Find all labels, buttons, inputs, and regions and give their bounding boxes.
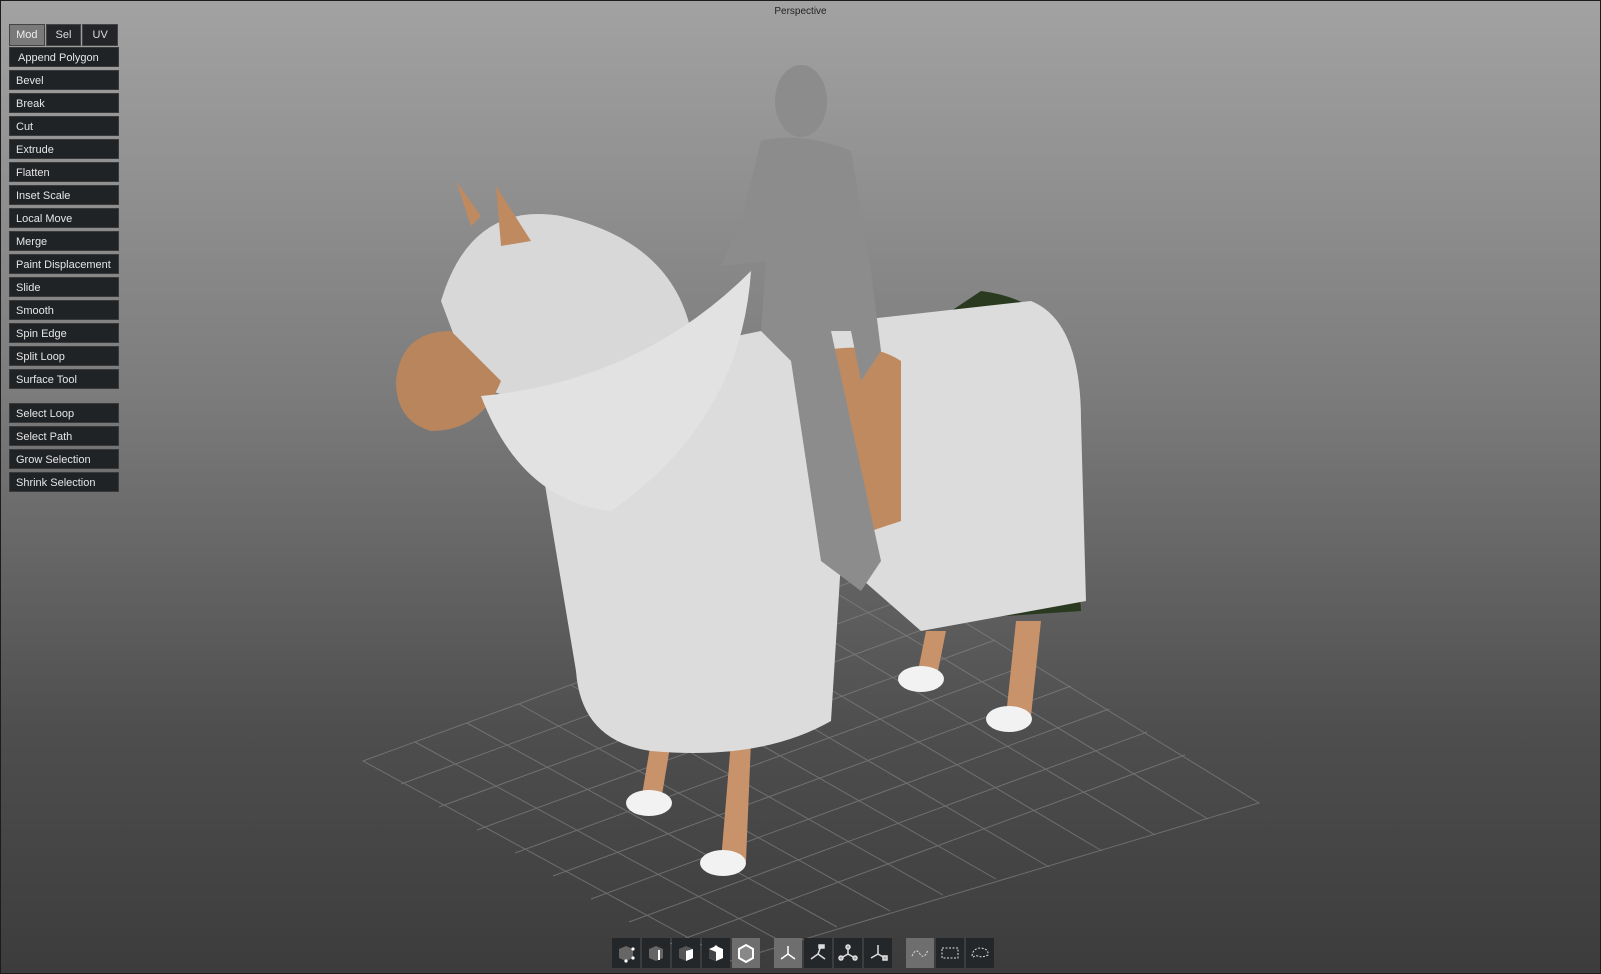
select-loop-button[interactable]: Select Loop xyxy=(9,403,119,423)
rect-select-icon xyxy=(941,947,959,959)
perspective-viewport[interactable]: Perspective Mod Sel UV Append Polygon Be… xyxy=(0,0,1601,974)
select-tool-button[interactable] xyxy=(774,938,802,968)
tab-uv[interactable]: UV xyxy=(82,24,119,46)
slide-button[interactable]: Slide xyxy=(9,277,119,297)
face-mode-button[interactable] xyxy=(672,938,700,968)
tool-list: Append Polygon Bevel Break Cut Extrude F… xyxy=(9,47,119,495)
uv-mode-button[interactable] xyxy=(702,938,730,968)
move-tool-icon xyxy=(810,944,826,960)
inset-scale-button[interactable]: Inset Scale xyxy=(9,185,119,205)
lasso-select-icon xyxy=(971,947,989,959)
uv-mode-icon xyxy=(709,945,723,961)
append-polygon-button[interactable]: Append Polygon xyxy=(9,47,119,67)
object-mode-icon xyxy=(738,943,754,963)
shrink-selection-button[interactable]: Shrink Selection xyxy=(9,472,119,492)
flatten-button[interactable]: Flatten xyxy=(9,162,119,182)
select-path-button[interactable]: Select Path xyxy=(9,426,119,446)
lasso-select-button[interactable] xyxy=(966,938,994,968)
tab-sel[interactable]: Sel xyxy=(45,24,82,46)
rotate-tool-button[interactable] xyxy=(834,938,862,968)
surface-tool-button[interactable]: Surface Tool xyxy=(9,369,119,389)
paint-displacement-button[interactable]: Paint Displacement xyxy=(9,254,119,274)
scale-tool-button[interactable] xyxy=(864,938,892,968)
tab-mod[interactable]: Mod xyxy=(9,24,45,46)
local-move-button[interactable]: Local Move xyxy=(9,208,119,228)
edge-mode-icon xyxy=(649,946,663,961)
extrude-button[interactable]: Extrude xyxy=(9,139,119,159)
rotate-tool-icon xyxy=(838,944,858,961)
grow-selection-button[interactable]: Grow Selection xyxy=(9,449,119,469)
bevel-button[interactable]: Bevel xyxy=(9,70,119,90)
horse-model xyxy=(396,181,1086,876)
vertex-mode-icon xyxy=(619,946,635,963)
split-loop-button[interactable]: Split Loop xyxy=(9,346,119,366)
spin-edge-button[interactable]: Spin Edge xyxy=(9,323,119,343)
vertex-mode-button[interactable] xyxy=(612,938,640,968)
smooth-button[interactable]: Smooth xyxy=(9,300,119,320)
break-button[interactable]: Break xyxy=(9,93,119,113)
edge-mode-button[interactable] xyxy=(642,938,670,968)
rect-select-button[interactable] xyxy=(936,938,964,968)
paint-select-icon xyxy=(911,949,929,957)
object-mode-button[interactable] xyxy=(732,938,760,968)
cut-button[interactable]: Cut xyxy=(9,116,119,136)
scale-tool-icon xyxy=(870,945,888,961)
select-tool-icon xyxy=(780,946,796,960)
tool-mode-tabs: Mod Sel UV xyxy=(9,24,119,46)
move-tool-button[interactable] xyxy=(804,938,832,968)
scene-canvas xyxy=(361,65,1261,962)
merge-button[interactable]: Merge xyxy=(9,231,119,251)
paint-select-button[interactable] xyxy=(906,938,934,968)
bottom-toolbar xyxy=(612,938,996,968)
face-mode-icon xyxy=(679,946,693,961)
